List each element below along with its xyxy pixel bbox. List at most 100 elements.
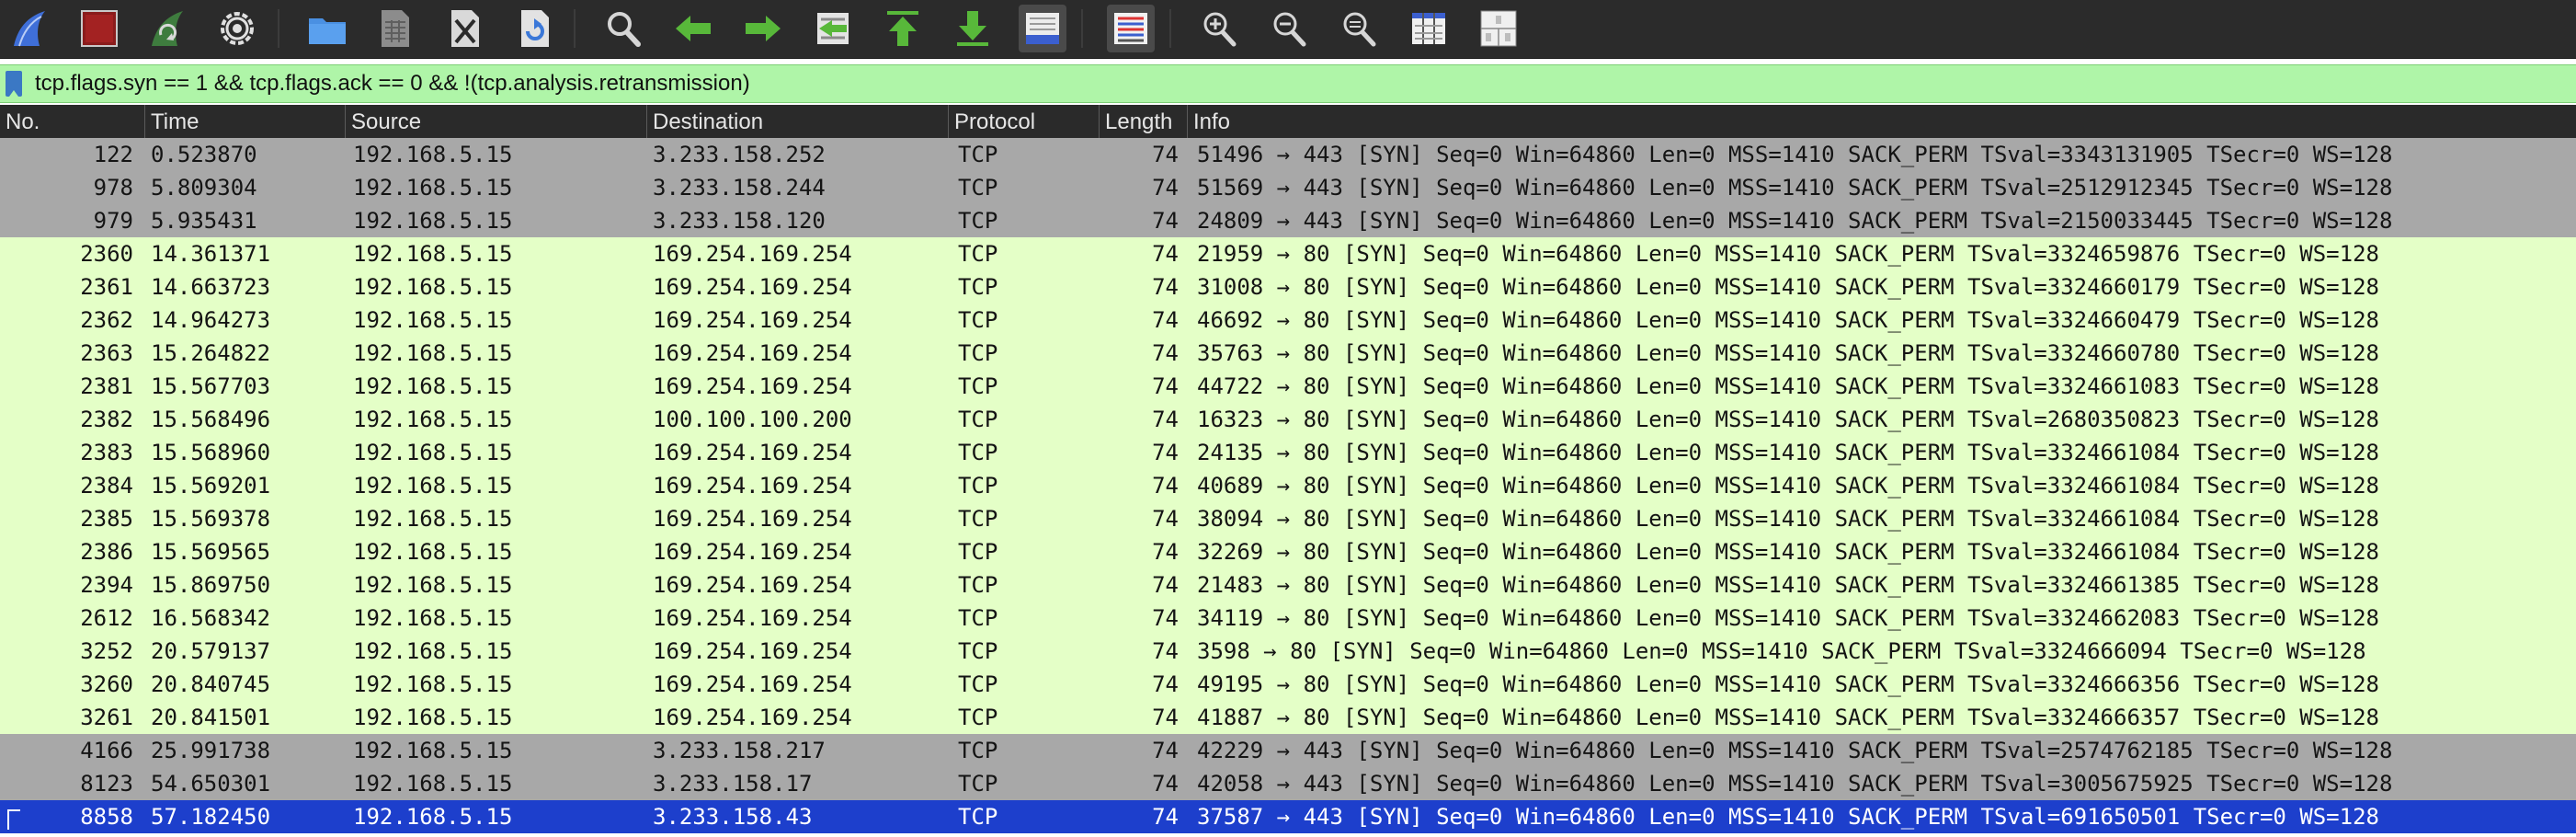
column-header-no[interactable]: No.	[0, 105, 145, 138]
cell-protocol: TCP	[958, 539, 998, 565]
close-file-button[interactable]	[441, 5, 489, 52]
packet-row[interactable]: 2382 15.568496 192.168.5.15 100.100.100.200…	[0, 403, 2576, 436]
cell-source: 192.168.5.15	[353, 572, 513, 598]
packet-row[interactable]: 4166 25.991738 192.168.5.15 3.233.158.217 TC…	[0, 734, 2576, 767]
column-header-source[interactable]: Source	[346, 105, 647, 138]
go-forward-button[interactable]	[739, 5, 787, 52]
auto-scroll-button[interactable]	[1019, 5, 1066, 52]
cell-info: 34119 → 80 [SYN] Seq=0 Win=64860 Len=0 M…	[1197, 605, 2379, 631]
cell-source: 192.168.5.15	[353, 340, 513, 366]
file-grid-icon	[382, 10, 409, 47]
bookmark-icon[interactable]	[6, 71, 22, 97]
go-to-packet-button[interactable]	[809, 5, 857, 52]
cell-length: 74	[1152, 241, 1179, 267]
find-packet-button[interactable]	[599, 5, 647, 52]
resize-columns-button[interactable]	[1405, 5, 1453, 52]
zoom-in-button[interactable]	[1195, 5, 1243, 52]
packet-row[interactable]: 2386 15.569565 192.168.5.15 169.254.169.254…	[0, 535, 2576, 568]
save-file-button[interactable]	[371, 5, 419, 52]
packet-row[interactable]: 3260 20.840745 192.168.5.15 169.254.169.254…	[0, 668, 2576, 701]
cell-length: 74	[1152, 572, 1179, 598]
packet-row[interactable]: 122 0.523870 192.168.5.15 3.233.158.252 TCP 7…	[0, 138, 2576, 171]
cell-destination: 169.254.169.254	[653, 473, 852, 499]
start-capture-button[interactable]	[6, 5, 53, 52]
cell-no: 2384	[80, 473, 133, 499]
cell-protocol: TCP	[958, 142, 998, 167]
cell-time: 15.569378	[151, 506, 271, 532]
go-back-button[interactable]	[669, 5, 717, 52]
cell-no: 2381	[80, 373, 133, 399]
zoom-out-button[interactable]	[1265, 5, 1313, 52]
magnifier-icon	[608, 12, 641, 47]
cell-info: 21483 → 80 [SYN] Seq=0 Win=64860 Len=0 M…	[1197, 572, 2379, 598]
cell-no: 2385	[80, 506, 133, 532]
reload-file-button[interactable]	[511, 5, 559, 52]
cell-length: 74	[1152, 142, 1179, 167]
packet-row[interactable]: 2360 14.361371 192.168.5.15 169.254.169.254…	[0, 237, 2576, 270]
cell-info: 49195 → 80 [SYN] Seq=0 Win=64860 Len=0 M…	[1197, 671, 2379, 697]
packet-row[interactable]: 2384 15.569201 192.168.5.15 169.254.169.254…	[0, 469, 2576, 502]
cell-info: 31008 → 80 [SYN] Seq=0 Win=64860 Len=0 M…	[1197, 274, 2379, 300]
column-header-info[interactable]: Info	[1188, 105, 2576, 138]
cell-no: 978	[93, 175, 133, 201]
cell-destination: 100.100.100.200	[653, 407, 852, 432]
cell-length: 74	[1152, 671, 1179, 697]
cell-no: 3260	[80, 671, 133, 697]
packet-row[interactable]: 3261 20.841501 192.168.5.15 169.254.169.254…	[0, 701, 2576, 734]
cell-source: 192.168.5.15	[353, 738, 513, 763]
cell-time: 15.569565	[151, 539, 271, 565]
capture-options-button[interactable]	[213, 5, 261, 52]
packet-row[interactable]: 979 5.935431 192.168.5.15 3.233.158.120 TCP 7…	[0, 204, 2576, 237]
cell-length: 74	[1152, 638, 1179, 664]
column-header-protocol[interactable]: Protocol	[949, 105, 1100, 138]
autoscroll-icon	[1026, 13, 1059, 44]
cell-no: 2383	[80, 440, 133, 465]
normal-size-button[interactable]	[1335, 5, 1383, 52]
packet-row[interactable]: 8858 57.182450 192.168.5.15 3.233.158.43 TCP…	[0, 800, 2576, 833]
cell-time: 15.264822	[151, 340, 271, 366]
restart-capture-button[interactable]	[143, 5, 191, 52]
cell-time: 57.182450	[151, 804, 271, 830]
cell-info: 3598 → 80 [SYN] Seq=0 Win=64860 Len=0 MS…	[1197, 638, 2366, 664]
cell-source: 192.168.5.15	[353, 771, 513, 797]
cell-no: 2360	[80, 241, 133, 267]
packet-row[interactable]: 2612 16.568342 192.168.5.15 169.254.169.254…	[0, 602, 2576, 635]
file-close-icon	[451, 10, 479, 47]
cell-info: 41887 → 80 [SYN] Seq=0 Win=64860 Len=0 M…	[1197, 705, 2379, 730]
packet-row[interactable]: 2361 14.663723 192.168.5.15 169.254.169.254…	[0, 270, 2576, 304]
display-filter-input[interactable]	[35, 71, 2517, 97]
layout-button[interactable]	[1475, 5, 1522, 52]
packet-row[interactable]: 2383 15.568960 192.168.5.15 169.254.169.254…	[0, 436, 2576, 469]
open-file-button[interactable]	[303, 5, 351, 52]
column-header-time[interactable]: Time	[145, 105, 346, 138]
cell-source: 192.168.5.15	[353, 241, 513, 267]
restart-fin-icon	[152, 11, 183, 46]
first-packet-button[interactable]	[879, 5, 927, 52]
stop-capture-button[interactable]	[75, 5, 123, 52]
cell-protocol: TCP	[958, 705, 998, 730]
packet-row[interactable]: 2362 14.964273 192.168.5.15 169.254.169.254…	[0, 304, 2576, 337]
cell-source: 192.168.5.15	[353, 307, 513, 333]
cell-time: 20.579137	[151, 638, 271, 664]
cell-source: 192.168.5.15	[353, 407, 513, 432]
packet-row[interactable]: 978 5.809304 192.168.5.15 3.233.158.244 TCP 7…	[0, 171, 2576, 204]
cell-length: 74	[1152, 307, 1179, 333]
column-header-destination[interactable]: Destination	[647, 105, 949, 138]
cell-destination: 169.254.169.254	[653, 506, 852, 532]
column-header-length[interactable]: Length	[1100, 105, 1188, 138]
colorize-button[interactable]	[1107, 5, 1155, 52]
last-packet-button[interactable]	[949, 5, 997, 52]
packet-row[interactable]: 2381 15.567703 192.168.5.15 169.254.169.254…	[0, 370, 2576, 403]
cell-length: 74	[1152, 605, 1179, 631]
cell-destination: 3.233.158.217	[653, 738, 826, 763]
packet-row[interactable]: 2363 15.264822 192.168.5.15 169.254.169.254…	[0, 337, 2576, 370]
packet-row[interactable]: 3252 20.579137 192.168.5.15 169.254.169.254…	[0, 635, 2576, 668]
cell-no: 2361	[80, 274, 133, 300]
packet-row[interactable]: 2394 15.869750 192.168.5.15 169.254.169.254…	[0, 568, 2576, 602]
packet-row[interactable]: 2385 15.569378 192.168.5.15 169.254.169.254…	[0, 502, 2576, 535]
cell-destination: 3.233.158.120	[653, 208, 826, 234]
cell-protocol: TCP	[958, 340, 998, 366]
cell-source: 192.168.5.15	[353, 142, 513, 167]
packet-row[interactable]: 8123 54.650301 192.168.5.15 3.233.158.17 TCP…	[0, 767, 2576, 800]
cell-protocol: TCP	[958, 572, 998, 598]
